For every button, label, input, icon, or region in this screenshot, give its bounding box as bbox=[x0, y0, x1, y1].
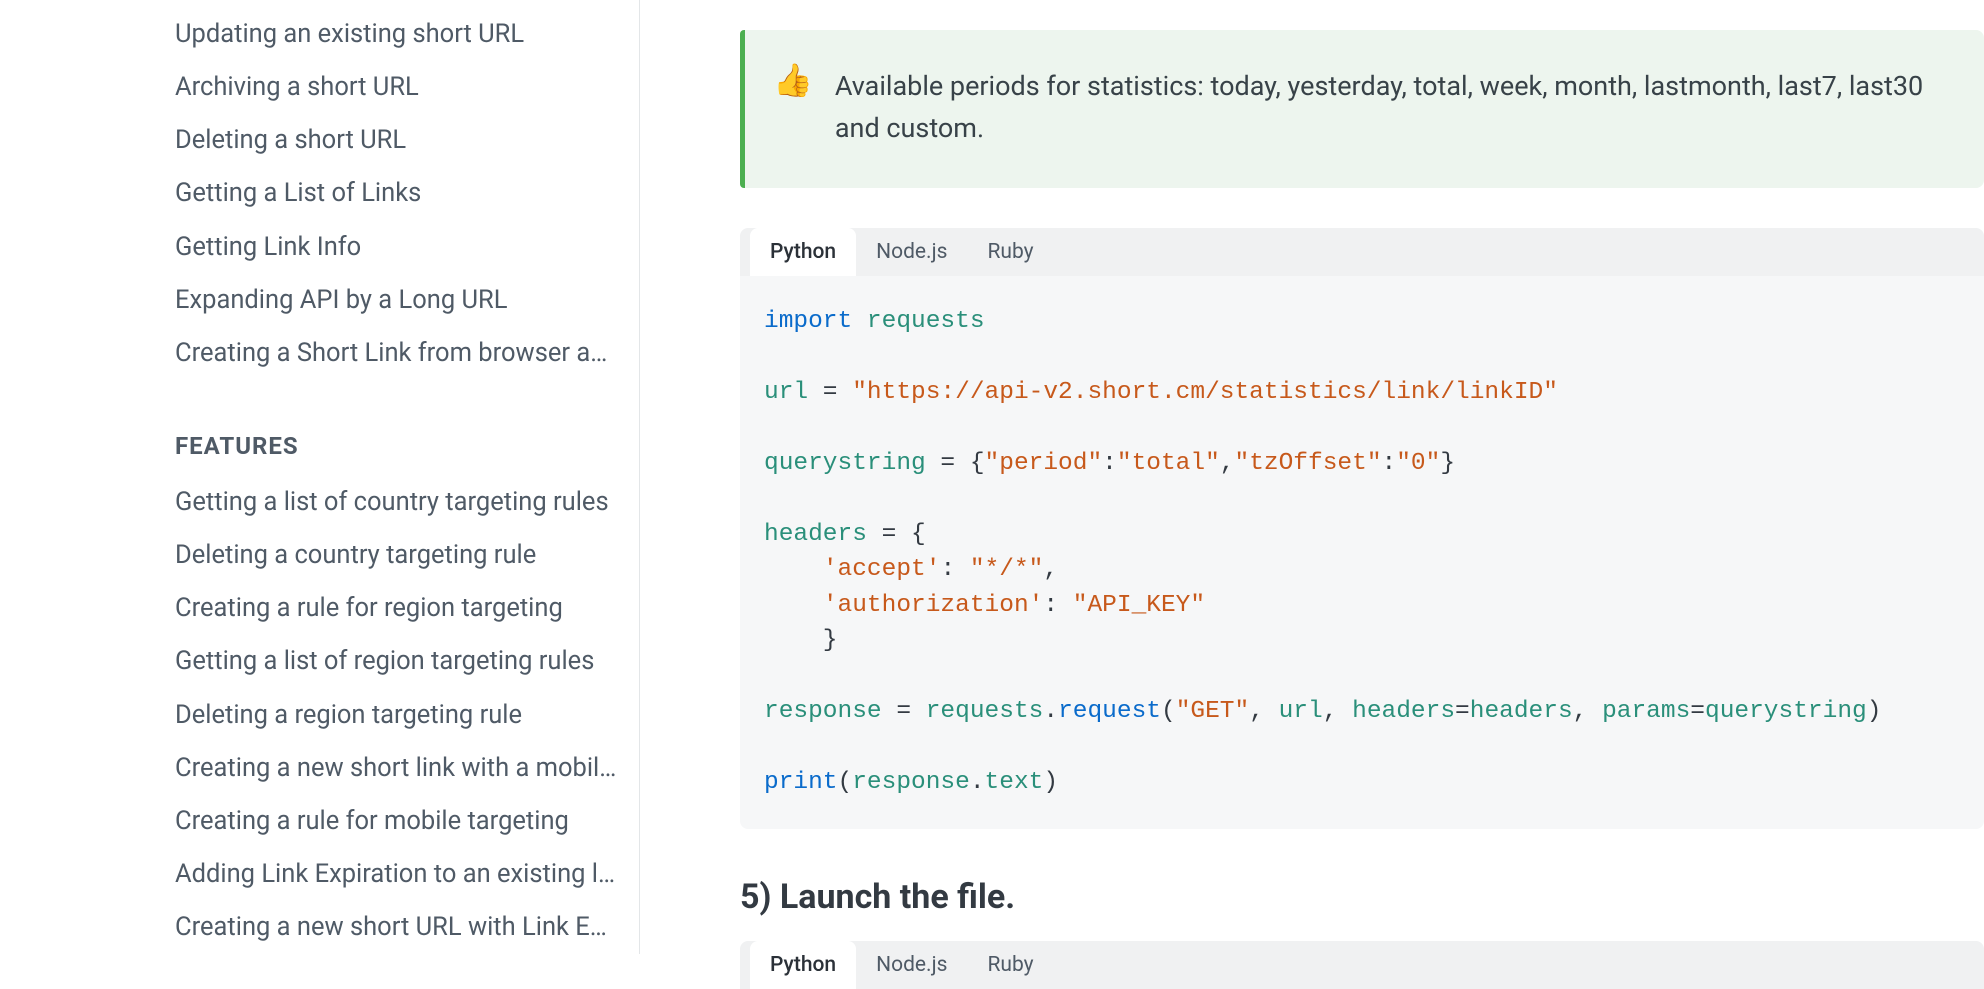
sidebar-item-country-list[interactable]: Getting a list of country targeting rule… bbox=[175, 476, 619, 529]
sidebar-item-region-delete[interactable]: Deleting a region targeting rule bbox=[175, 689, 619, 742]
sidebar-item-mobile-new-link[interactable]: Creating a new short link with a mobile … bbox=[175, 742, 619, 795]
tab-ruby[interactable]: Ruby bbox=[967, 228, 1053, 276]
sidebar-item-deleting-url[interactable]: Deleting a short URL bbox=[175, 114, 619, 167]
callout-text: Available periods for statistics: today,… bbox=[835, 66, 1950, 150]
sidebar-section-features: FEATURES bbox=[175, 432, 619, 460]
tab-nodejs[interactable]: Node.js bbox=[856, 228, 967, 276]
sidebar-item-updating-url[interactable]: Updating an existing short URL bbox=[175, 8, 619, 61]
sidebar-item-country-delete[interactable]: Deleting a country targeting rule bbox=[175, 529, 619, 582]
sidebar-item-archiving-url[interactable]: Archiving a short URL bbox=[175, 61, 619, 114]
tab-python[interactable]: Python bbox=[750, 228, 856, 276]
sidebar-item-region-create[interactable]: Creating a rule for region targeting bbox=[175, 582, 619, 635]
tab-python-2[interactable]: Python bbox=[750, 941, 856, 989]
step-5-heading: 5) Launch the file. bbox=[740, 877, 1984, 917]
code-section-1: Python Node.js Ruby import requests url … bbox=[740, 228, 1984, 829]
sidebar-item-mobile-rule[interactable]: Creating a rule for mobile targeting bbox=[175, 795, 619, 848]
sidebar-item-list-links[interactable]: Getting a List of Links bbox=[175, 167, 619, 220]
code-tabs: Python Node.js Ruby bbox=[740, 228, 1984, 276]
sidebar: Updating an existing short URL Archiving… bbox=[0, 0, 640, 954]
callout-info: 👍 Available periods for statistics: toda… bbox=[740, 30, 1984, 188]
code-section-2: Python Node.js Ruby bbox=[740, 941, 1984, 989]
sidebar-item-short-link-browser[interactable]: Creating a Short Link from browser addre… bbox=[175, 327, 619, 380]
main-content: 👍 Available periods for statistics: toda… bbox=[640, 0, 1984, 954]
sidebar-item-link-expiration-existing[interactable]: Adding Link Expiration to an existing li… bbox=[175, 848, 619, 901]
sidebar-item-link-expiration-new[interactable]: Creating a new short URL with Link Expir… bbox=[175, 901, 619, 954]
tab-nodejs-2[interactable]: Node.js bbox=[856, 941, 967, 989]
code-block-python: import requests url = "https://api-v2.sh… bbox=[740, 276, 1984, 829]
sidebar-item-region-list[interactable]: Getting a list of region targeting rules bbox=[175, 635, 619, 688]
thumbs-up-icon: 👍 bbox=[773, 64, 813, 96]
sidebar-item-expanding-api[interactable]: Expanding API by a Long URL bbox=[175, 274, 619, 327]
code-tabs-2: Python Node.js Ruby bbox=[740, 941, 1984, 989]
sidebar-item-link-info[interactable]: Getting Link Info bbox=[175, 221, 619, 274]
tab-ruby-2[interactable]: Ruby bbox=[967, 941, 1053, 989]
